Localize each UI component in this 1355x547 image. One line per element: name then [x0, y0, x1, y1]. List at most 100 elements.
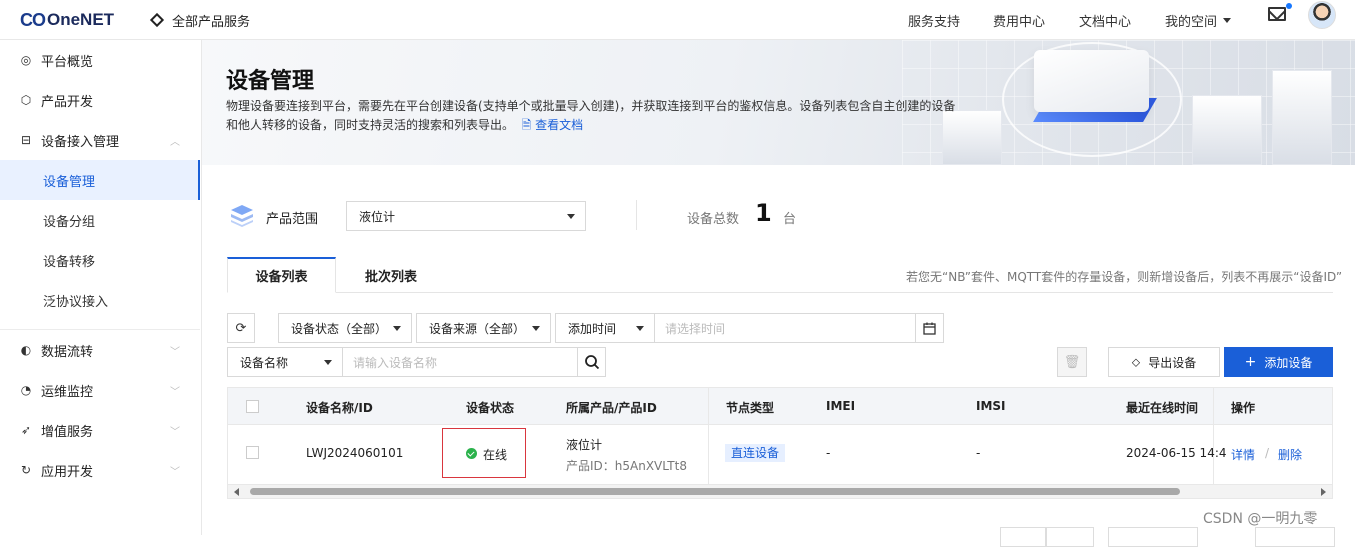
- delete-link[interactable]: 删除: [1278, 446, 1302, 463]
- scroll-left-icon[interactable]: [234, 488, 239, 496]
- sidebar-item-overview[interactable]: ◎ 平台概览: [0, 40, 200, 80]
- calendar-button[interactable]: [915, 313, 944, 343]
- logo-mark: CO: [20, 9, 46, 30]
- detail-link[interactable]: 详情: [1231, 446, 1255, 463]
- product-id: 产品ID：h5AnXVLTt8: [566, 459, 687, 473]
- sidebar-sub-device-management[interactable]: 设备管理: [0, 160, 200, 200]
- monitor-icon: ◔: [20, 383, 32, 397]
- banner-decoration: [1034, 50, 1149, 112]
- view-docs-link[interactable]: 🗎 查看文档: [518, 118, 583, 132]
- sidebar-sub-protocol-access[interactable]: 泛协议接入: [0, 280, 200, 320]
- delete-batch-button[interactable]: 🗑: [1057, 347, 1087, 377]
- fixed-column-divider: [708, 388, 709, 484]
- chevron-up-icon: ︿: [170, 136, 180, 148]
- page-banner: 设备管理 物理设备要连接到平台，需要先在平台创建设备(支持单个或批量导入创建)，…: [202, 40, 1355, 165]
- watermark: CSDN @一明九零: [1203, 511, 1318, 527]
- nav-docs-center[interactable]: 文档中心: [1079, 0, 1131, 40]
- my-space-label: 我的空间: [1165, 14, 1218, 30]
- trash-icon: 🗑: [1063, 354, 1081, 370]
- logo-text: OneNET: [47, 10, 115, 29]
- imei-value: -: [826, 446, 831, 460]
- device-total-label: 设备总数: [687, 212, 740, 227]
- header-actions: 操作: [1231, 401, 1256, 415]
- search-field-select[interactable]: 设备名称: [227, 347, 343, 377]
- mail-icon[interactable]: [1268, 7, 1286, 21]
- chevron-down-icon: ﹀: [170, 386, 180, 398]
- send-icon: ➶: [20, 423, 32, 437]
- export-devices-button[interactable]: ⬦ 导出设备: [1108, 347, 1220, 377]
- device-name-search-input[interactable]: 请输入设备名称: [342, 347, 578, 377]
- header-last-online: 最近在线时间: [1126, 401, 1199, 415]
- onenet-logo[interactable]: CO OneNET: [20, 6, 114, 34]
- pagination-page[interactable]: [1046, 527, 1094, 547]
- banner-decoration: [1272, 70, 1332, 165]
- device-source-filter[interactable]: 设备来源（全部）: [416, 313, 551, 343]
- scrollbar-thumb[interactable]: [250, 488, 1180, 495]
- page-description-line: 和他人转移的设备，同时支持灵活的搜索和列表导出。 🗎 查看文档: [226, 118, 584, 132]
- chevron-down-icon: ﹀: [170, 426, 180, 438]
- sidebar-item-device-access[interactable]: ⊟ 设备接入管理 ︿: [0, 120, 200, 160]
- chevron-down-icon: [1223, 17, 1232, 23]
- chevron-down-icon: ﹀: [170, 346, 180, 358]
- scroll-right-icon[interactable]: [1321, 488, 1326, 496]
- device-status-filter[interactable]: 设备状态（全部）: [278, 313, 412, 343]
- online-status-icon: [466, 448, 477, 459]
- header-imsi: IMSI: [976, 399, 1006, 413]
- pagination-jumper[interactable]: [1255, 527, 1335, 547]
- select-all-checkbox[interactable]: [246, 400, 259, 413]
- flow-icon: ◐: [20, 343, 32, 357]
- action-separator: /: [1265, 446, 1270, 460]
- sidebar-item-label: 设备接入管理: [41, 134, 120, 150]
- sidebar-item-product-dev[interactable]: ⬡ 产品开发: [0, 80, 200, 120]
- avatar[interactable]: [1308, 1, 1336, 29]
- my-space-dropdown[interactable]: 我的空间: [1165, 0, 1232, 40]
- sidebar-item-label: 平台概览: [41, 54, 94, 70]
- header-product: 所属产品/产品ID: [566, 401, 657, 415]
- add-device-button[interactable]: + 添加设备: [1224, 347, 1333, 377]
- sidebar-sub-device-transfer[interactable]: 设备转移: [0, 240, 200, 280]
- sidebar-sub-device-group[interactable]: 设备分组: [0, 200, 200, 240]
- time-range-input[interactable]: 请选择时间: [654, 313, 916, 343]
- time-field-select[interactable]: 添加时间: [555, 313, 655, 343]
- sidebar-item-label: 运维监控: [41, 384, 94, 400]
- all-services-menu[interactable]: 全部产品服务: [149, 0, 251, 40]
- all-services-label: 全部产品服务: [172, 14, 251, 30]
- device-total-count: 1: [755, 199, 772, 227]
- header-imei: IMEI: [826, 399, 856, 413]
- horizontal-scrollbar[interactable]: [228, 484, 1332, 498]
- imsi-value: -: [976, 446, 981, 460]
- pagination-size-select[interactable]: [1108, 527, 1198, 547]
- sidebar-item-data-flow[interactable]: ◐ 数据流转 ﹀: [0, 330, 200, 370]
- search-button[interactable]: [577, 347, 606, 377]
- nav-service-support[interactable]: 服务支持: [908, 0, 960, 40]
- nav-billing-center[interactable]: 费用中心: [993, 0, 1045, 40]
- diamond-icon: [149, 12, 165, 28]
- row-checkbox[interactable]: [246, 446, 259, 459]
- sidebar-item-label: 应用开发: [41, 464, 94, 480]
- sidebar-item-app-dev[interactable]: ↻ 应用开发 ﹀: [0, 450, 200, 490]
- refresh-button[interactable]: ⟳: [227, 313, 255, 343]
- device-status: 在线: [483, 448, 508, 462]
- export-icon: ⬦: [1131, 354, 1141, 369]
- plus-icon: +: [1244, 354, 1257, 370]
- last-online-time: 2024-06-15 14:4: [1126, 446, 1227, 460]
- tab-batch-list[interactable]: 批次列表: [336, 257, 446, 293]
- sidebar-item-value-added[interactable]: ➶ 增值服务 ﹀: [0, 410, 200, 450]
- header-device-name: 设备名称/ID: [306, 401, 373, 415]
- product-scope-value: 液位计: [359, 209, 396, 224]
- page-description: 物理设备要连接到平台，需要先在平台创建设备(支持单个或批量导入创建)，并获取连接…: [226, 97, 966, 135]
- divider: [636, 200, 637, 230]
- device-table: 设备名称/ID 设备状态 所属产品/产品ID 节点类型 IMEI IMSI 最近…: [227, 387, 1333, 499]
- caret-down-icon: [567, 214, 575, 219]
- sidebar-item-label: 产品开发: [41, 94, 94, 110]
- caret-down-icon: [324, 360, 332, 365]
- app-icon: ↻: [20, 463, 32, 477]
- tabs-note: 若您无“NB”套件、MQTT套件的存量设备，则新增设备后，列表不再展示“设备ID…: [906, 270, 1343, 284]
- caret-down-icon: [532, 326, 540, 331]
- sidebar-item-ops-monitor[interactable]: ◔ 运维监控 ﹀: [0, 370, 200, 410]
- top-navbar: CO OneNET 全部产品服务 服务支持 费用中心 文档中心 我的空间: [0, 0, 1355, 40]
- product-scope-select[interactable]: 液位计: [346, 201, 586, 231]
- device-name[interactable]: LWJ2024060101: [306, 446, 403, 460]
- pagination-prev[interactable]: [1000, 527, 1046, 547]
- tab-device-list[interactable]: 设备列表: [227, 257, 336, 293]
